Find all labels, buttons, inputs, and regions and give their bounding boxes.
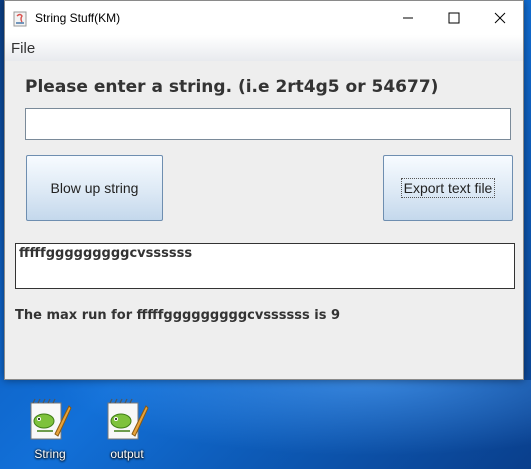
string-input[interactable] xyxy=(25,108,511,140)
desktop-icon-string[interactable]: String xyxy=(20,398,80,461)
close-button[interactable] xyxy=(477,1,523,35)
minimize-icon xyxy=(402,9,414,28)
prompt-label: Please enter a string. (i.e 2rt4g5 or 54… xyxy=(25,77,439,97)
app-window: String Stuff(KM) File Please enter a str… xyxy=(4,0,524,380)
title-bar[interactable]: String Stuff(KM) xyxy=(5,1,523,35)
max-run-result: The max run for fffffgggggggggcvssssss i… xyxy=(15,308,341,323)
close-icon xyxy=(494,9,506,28)
desktop-icon-output[interactable]: output xyxy=(97,398,157,461)
menu-bar: File xyxy=(5,35,523,61)
blow-up-button-label: Blow up string xyxy=(50,180,139,196)
export-text-file-button[interactable]: Export text file xyxy=(383,155,513,221)
output-text: fffffgggggggggcvssssss xyxy=(19,246,193,261)
menu-file[interactable]: File xyxy=(11,40,35,57)
maximize-icon xyxy=(448,9,460,28)
desktop-icon-label: String xyxy=(34,447,66,461)
minimize-button[interactable] xyxy=(385,1,431,35)
output-text-area[interactable]: fffffgggggggggcvssssss xyxy=(15,243,515,289)
maximize-button[interactable] xyxy=(431,1,477,35)
desktop-icon-label: output xyxy=(110,447,144,461)
export-button-label: Export text file xyxy=(400,178,496,198)
window-title: String Stuff(KM) xyxy=(35,11,121,25)
java-app-icon xyxy=(13,11,27,27)
blow-up-string-button[interactable]: Blow up string xyxy=(26,155,163,221)
notepad-plus-plus-icon xyxy=(97,398,157,442)
notepad-plus-plus-icon xyxy=(20,398,80,442)
